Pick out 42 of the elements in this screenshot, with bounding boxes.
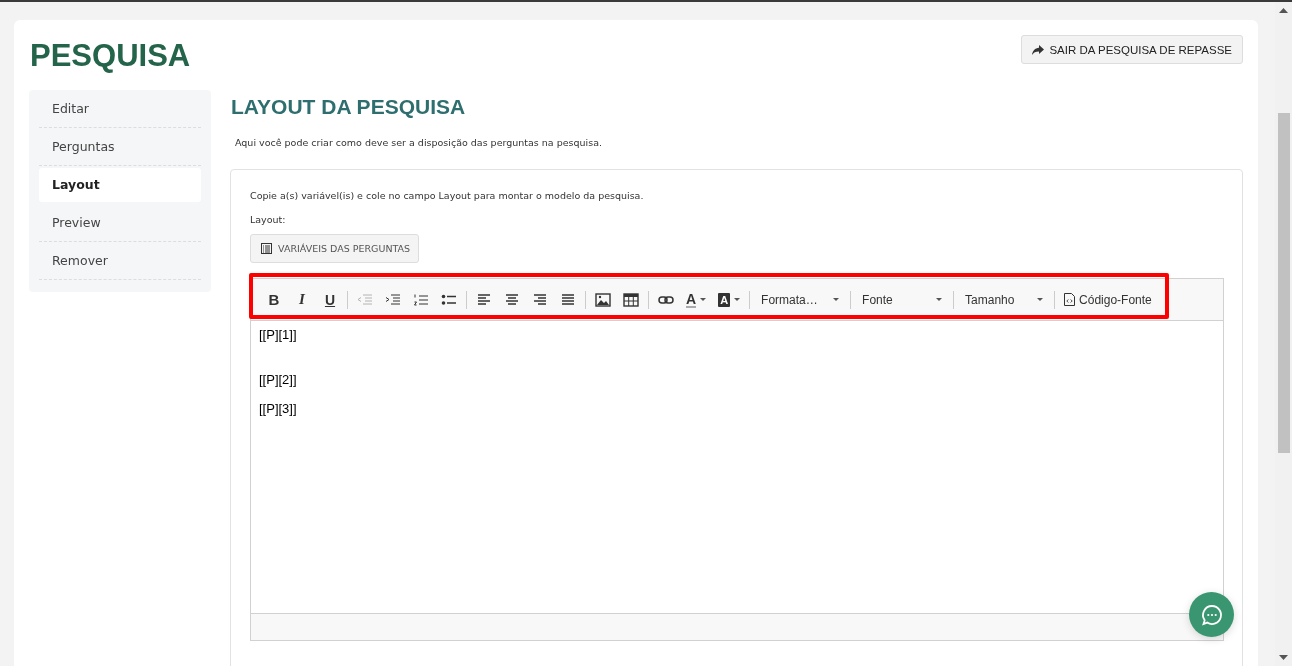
layout-variable: [[P][3]] (259, 401, 298, 416)
variables-button[interactable]: VARIÁVEIS DAS PERGUNTAS (250, 234, 420, 263)
text-color-button[interactable]: A (680, 287, 713, 312)
dropdown-select[interactable]: Formata… (753, 287, 848, 312)
section-title: LAYOUT DA PESQUISA (231, 95, 467, 119)
exit-button[interactable]: SAIR DA PESQUISA DE REPASSE (1021, 35, 1243, 64)
alignright-icon (532, 292, 548, 307)
scroll-thumb[interactable] (1277, 113, 1290, 453)
dropdown-select[interactable]: Tamanho (957, 287, 1052, 312)
page-title: PESQUISA (30, 38, 191, 74)
justify-icon (560, 292, 576, 307)
layout-variable: [[P][2]] (259, 372, 298, 387)
outdent-icon (357, 292, 373, 307)
underline-button[interactable]: U (316, 287, 344, 312)
scroll-up-icon[interactable] (1279, 8, 1288, 13)
section-description: Aqui você pode criar como deve ser a disposição das perguntas na pesquisa. (235, 137, 603, 148)
numbered-icon (413, 292, 429, 307)
indent-icon (385, 292, 401, 307)
alignleft-icon (476, 292, 492, 307)
dropdown-select[interactable]: Fonte (854, 287, 951, 312)
sidebar-item[interactable]: Layout (39, 168, 201, 202)
sidebar-item[interactable]: Editar (39, 90, 201, 128)
highlight-color-icon: A (718, 292, 731, 307)
italic-button[interactable]: I (288, 287, 316, 312)
bold-button[interactable]: B (260, 287, 288, 312)
layout-variable: [[P][1]] (259, 327, 298, 342)
sidebar-item[interactable]: Remover (39, 242, 201, 280)
list-icon (261, 243, 272, 254)
share-arrow-icon (1032, 44, 1045, 55)
image-icon (595, 292, 611, 307)
table-icon (623, 292, 639, 307)
sidebar-item[interactable]: Perguntas (39, 128, 201, 166)
aligncenter-icon (504, 292, 520, 307)
chat-bubble-icon (1199, 602, 1224, 627)
background-color-button[interactable]: A (712, 287, 747, 312)
sidebar-item[interactable]: Preview (39, 204, 201, 242)
scroll-down-icon[interactable] (1279, 655, 1288, 660)
code-file-icon (1064, 293, 1076, 306)
source-code-button[interactable]: Código-Fonte (1058, 287, 1158, 312)
instruction-text: Copie a(s) variável(is) e cole no campo Layout para montar o modelo da pesquisa. (250, 190, 645, 201)
bulleted-icon (441, 292, 457, 307)
field-label: Layout: (250, 214, 287, 225)
